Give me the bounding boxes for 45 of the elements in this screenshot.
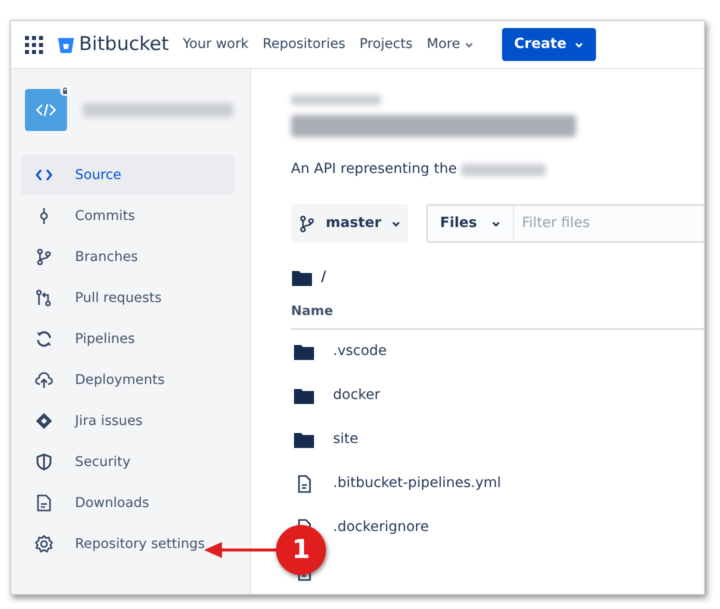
create-button[interactable]: Create [502,28,596,61]
nav-link[interactable]: Your work [182,34,249,55]
files-select[interactable]: Files [428,206,514,241]
file-filter-field[interactable]: Files Filter files [426,204,704,243]
sidebar-item[interactable]: Jira issues [21,401,234,441]
sidebar-item[interactable]: Pipelines [21,319,234,359]
folder-icon [291,268,313,286]
sidebar-item[interactable]: Source [21,155,234,195]
folder-icon [293,342,315,360]
lock-icon [60,86,70,96]
branch-icon [35,248,53,266]
branch-select[interactable]: master [291,204,408,243]
nav-link[interactable]: Repositories [262,34,346,55]
refresh-icon [35,330,53,348]
pull-request-icon [35,289,53,307]
file-name[interactable]: .dockerignore [333,517,429,538]
shield-icon [35,453,53,471]
current-path: / [321,268,326,287]
diamond-icon [35,412,53,430]
file-name[interactable]: site [333,429,358,450]
file-name[interactable]: .vscode [333,341,387,362]
file-name[interactable]: docker [333,385,380,406]
sidebar-item[interactable]: Security [21,442,234,482]
sidebar-item[interactable]: Repository settings [21,524,234,564]
nav-link[interactable]: Projects [359,34,413,55]
folder-icon [293,386,315,404]
cloud-upload-icon [35,371,53,389]
sidebar-item[interactable]: Branches [21,237,234,277]
folder-icon [293,430,315,448]
sidebar-item[interactable]: Downloads [21,483,234,523]
sidebar-item[interactable]: Deployments [21,360,234,400]
settings-icon [35,535,53,553]
branch-icon [298,214,316,232]
app-grid-icon[interactable] [25,36,43,54]
file-name[interactable]: .bitbucket-pipelines.yml [333,473,502,494]
product-name[interactable]: Bitbucket [79,30,169,59]
sidebar-item[interactable]: Pull requests [21,278,234,318]
column-header: Name [291,303,334,321]
document-icon [35,494,53,512]
repo-description: An API representing the [291,160,457,179]
nav-link[interactable]: More [426,34,474,55]
sidebar-item[interactable]: Commits [21,196,234,236]
bucket-logo-icon [57,36,75,54]
callout-number: 1 [276,525,326,575]
code-icon [36,103,56,117]
